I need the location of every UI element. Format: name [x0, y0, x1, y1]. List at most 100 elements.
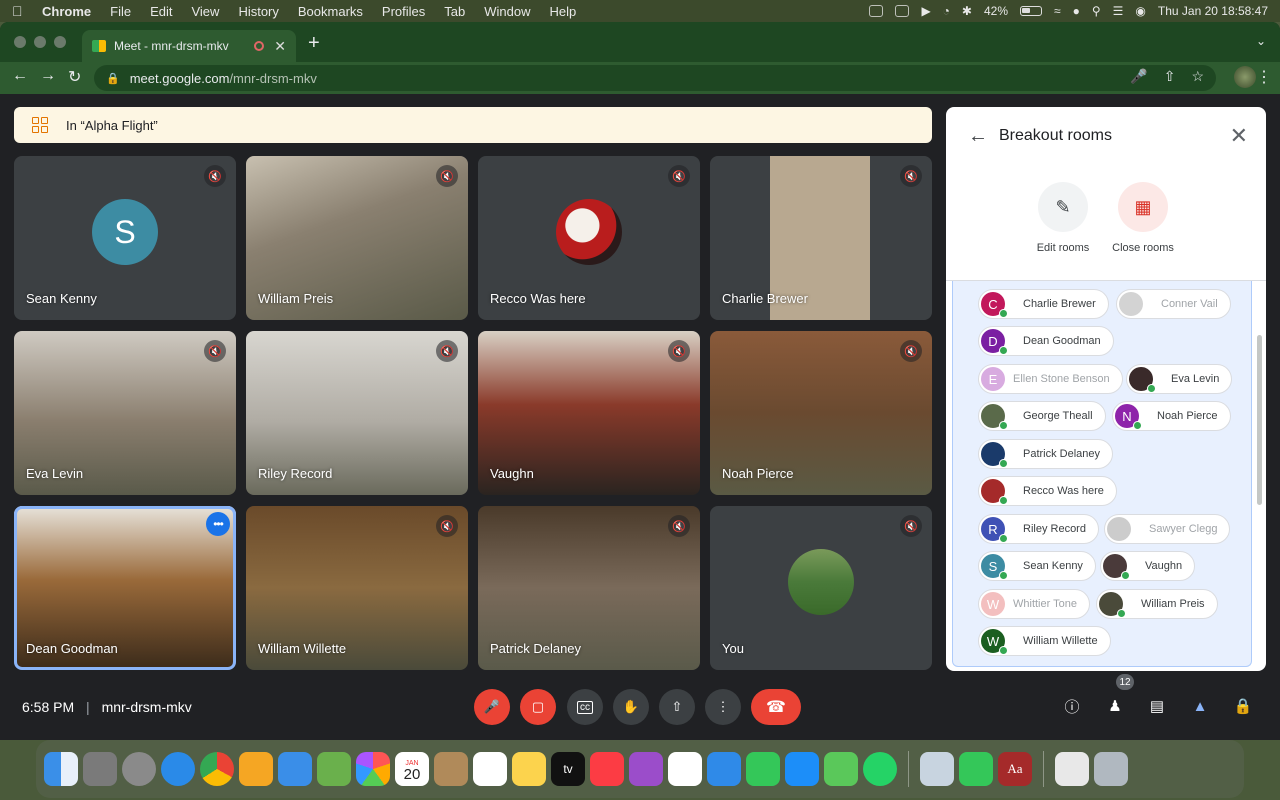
numbers-icon[interactable] [746, 752, 780, 786]
minimize-window-button[interactable] [34, 36, 46, 48]
participant-chip[interactable]: George Theall [978, 401, 1106, 431]
participant-chip[interactable]: E Ellen Stone Benson [978, 364, 1123, 394]
menubar-clock[interactable]: Thu Jan 20 18:58:47 [1158, 4, 1268, 18]
video-tile-charlie-brewer[interactable]: 🔇 Charlie Brewer [710, 156, 932, 320]
scrollbar[interactable] [1257, 335, 1262, 505]
share-icon[interactable]: ⇧ [1164, 68, 1176, 85]
video-tile-patrick-delaney[interactable]: 🔇 Patrick Delaney [478, 506, 700, 670]
notes-icon[interactable] [512, 752, 546, 786]
profile-avatar[interactable] [1234, 66, 1256, 88]
video-tile-vaughn[interactable]: 🔇 Vaughn [478, 331, 700, 495]
tab-search-chevron-icon[interactable]: ⌄ [1256, 34, 1266, 48]
play-icon[interactable]: ▶ [921, 4, 930, 18]
menu-window[interactable]: Window [484, 4, 530, 19]
close-window-button[interactable] [14, 36, 26, 48]
wifi-icon[interactable]: ≈ [1054, 4, 1061, 18]
host-controls-icon[interactable]: 🔒 [1231, 694, 1255, 718]
app-store-icon[interactable] [785, 752, 819, 786]
window-icon[interactable] [895, 5, 910, 17]
reminders-icon[interactable] [473, 752, 507, 786]
new-tab-icon[interactable]: + [308, 33, 320, 53]
menu-tab[interactable]: Tab [444, 4, 465, 19]
zoom-window-button[interactable] [54, 36, 66, 48]
news-icon[interactable] [668, 752, 702, 786]
video-tile-william-willette[interactable]: 🔇 William Willette [246, 506, 468, 670]
facetime-icon[interactable] [959, 752, 993, 786]
forward-arrow-icon[interactable]: → [40, 67, 56, 85]
captions-button[interactable]: cc [567, 689, 603, 725]
messages-icon[interactable] [824, 752, 858, 786]
people-icon[interactable]: ♟ [1103, 694, 1127, 718]
participant-chip[interactable]: D Dean Goodman [978, 326, 1114, 356]
maps-icon[interactable] [317, 752, 351, 786]
video-tile-you[interactable]: 🔇 You [710, 506, 932, 670]
music-icon[interactable] [590, 752, 624, 786]
battery-icon[interactable] [1020, 6, 1043, 16]
close-tab-icon[interactable]: ✕ [274, 38, 286, 55]
menu-edit[interactable]: Edit [150, 4, 172, 19]
launchpad-icon[interactable] [83, 752, 117, 786]
more-options-icon[interactable]: ••• [206, 512, 230, 536]
calendar-icon[interactable]: JAN 20 [395, 752, 429, 786]
edit-rooms-button[interactable]: ✎ Edit rooms [1023, 182, 1103, 254]
lock-icon[interactable]: 🔒 [106, 72, 120, 85]
trash-icon[interactable] [1094, 752, 1128, 786]
camera-off-button[interactable]: ▢ [520, 689, 556, 725]
video-tile-noah-pierce[interactable]: 🔇 Noah Pierce [710, 331, 932, 495]
control-center-icon[interactable]: ☰ [1113, 4, 1124, 18]
microphone-off-button[interactable]: 🎤 [474, 689, 510, 725]
participant-chip[interactable]: Conner Vail [1116, 289, 1231, 319]
apple-tv-icon[interactable]: tv [551, 752, 585, 786]
microphone-icon[interactable]: 🎤 [1130, 68, 1147, 85]
reload-icon[interactable]: ↻ [68, 67, 81, 87]
address-bar[interactable]: 🔒 meet.google.com/mnr-drsm-mkv 🎤 ⇧ ☆ [94, 65, 1216, 91]
contacts-icon[interactable] [434, 752, 468, 786]
menu-app-name[interactable]: Chrome [42, 4, 91, 19]
whatsapp-icon[interactable] [863, 752, 897, 786]
menu-history[interactable]: History [238, 4, 278, 19]
user-icon[interactable]: ● [1073, 4, 1080, 18]
menu-file[interactable]: File [110, 4, 131, 19]
finder-icon[interactable] [44, 752, 78, 786]
participant-chip[interactable]: S Sean Kenny [978, 551, 1096, 581]
screen-mirroring-icon[interactable] [869, 5, 884, 17]
meeting-info-icon[interactable]: ⓘ [1060, 694, 1084, 718]
leave-call-button[interactable]: ☎ [751, 689, 801, 725]
video-tile-dean-goodman[interactable]: ••• Dean Goodman [14, 506, 236, 670]
preview-icon[interactable] [920, 752, 954, 786]
chrome-menu-icon[interactable]: ⋮ [1256, 67, 1272, 87]
close-panel-icon[interactable]: ✕ [1230, 123, 1248, 149]
participant-chip[interactable]: Eva Levin [1126, 364, 1233, 394]
safari-icon[interactable] [161, 752, 195, 786]
video-tile-recco[interactable]: 🔇 Recco Was here [478, 156, 700, 320]
chat-icon[interactable]: ▤ [1145, 694, 1169, 718]
documents-stack-icon[interactable] [1055, 752, 1089, 786]
browser-tab-meet[interactable]: Meet - mnr-drsm-mkv ✕ [82, 30, 296, 62]
keynote-icon[interactable] [707, 752, 741, 786]
participant-chip[interactable]: Vaughn [1100, 551, 1196, 581]
close-rooms-button[interactable]: ▦ Close rooms [1103, 182, 1183, 254]
photos-icon[interactable] [356, 752, 390, 786]
bookmark-star-icon[interactable]: ☆ [1191, 68, 1204, 85]
menu-profiles[interactable]: Profiles [382, 4, 425, 19]
podcasts-icon[interactable] [629, 752, 663, 786]
mail-icon[interactable] [278, 752, 312, 786]
participant-chip[interactable]: N Noah Pierce [1112, 401, 1231, 431]
video-tile-eva-levin[interactable]: 🔇 Eva Levin [14, 331, 236, 495]
dictionary-icon[interactable]: Aa [998, 752, 1032, 786]
menu-bookmarks[interactable]: Bookmarks [298, 4, 363, 19]
pages-icon[interactable] [239, 752, 273, 786]
participant-chip[interactable]: W Whittier Tone [978, 589, 1090, 619]
participant-chip[interactable]: Recco Was here [978, 476, 1117, 506]
participant-chip[interactable]: C Charlie Brewer [978, 289, 1109, 319]
apple-menu-icon[interactable]:  [12, 3, 26, 19]
raise-hand-button[interactable]: ✋ [613, 689, 649, 725]
menu-view[interactable]: View [191, 4, 219, 19]
siri-icon[interactable]: ◉ [1135, 4, 1145, 18]
participant-chip[interactable]: R Riley Record [978, 514, 1099, 544]
more-options-button[interactable]: ⋮ [705, 689, 741, 725]
participant-chip[interactable]: W William Willette [978, 626, 1111, 656]
bluetooth-icon[interactable]: ✱ [962, 4, 972, 18]
video-tile-sean-kenny[interactable]: S 🔇 Sean Kenny [14, 156, 236, 320]
participant-chip[interactable]: Sawyer Clegg [1104, 514, 1231, 544]
